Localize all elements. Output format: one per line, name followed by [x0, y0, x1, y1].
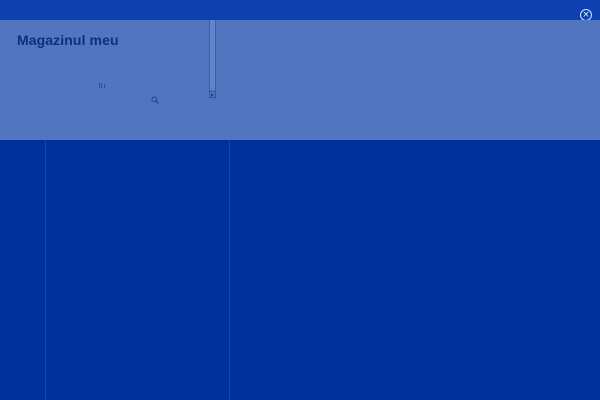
- scroll-down-icon[interactable]: [209, 91, 216, 98]
- column-divider: [45, 140, 46, 400]
- store-title: Magazinul meu: [17, 32, 119, 48]
- scrollbar-thumb[interactable]: [210, 20, 215, 88]
- column-divider: [229, 140, 230, 400]
- bars-icon: [99, 82, 109, 88]
- search-icon[interactable]: [151, 96, 159, 104]
- scrollbar[interactable]: [209, 20, 216, 98]
- top-bar: ×: [0, 0, 600, 21]
- header-panel: Magazinul meu: [0, 20, 600, 140]
